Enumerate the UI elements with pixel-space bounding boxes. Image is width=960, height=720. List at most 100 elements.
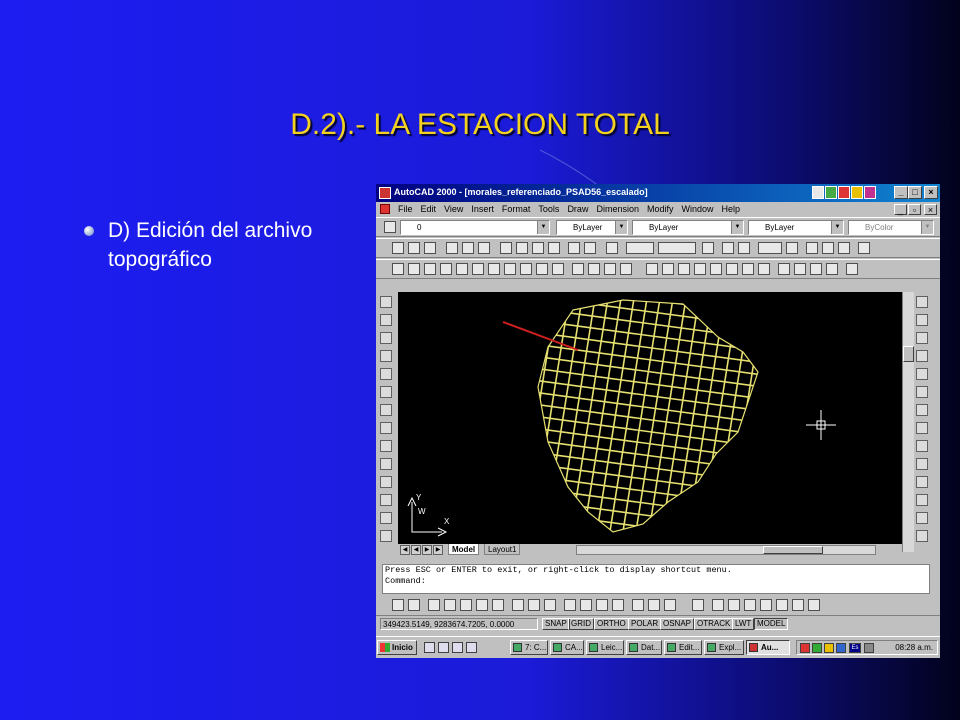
radius-dim-icon[interactable] xyxy=(916,350,928,362)
solid-cylinder-icon[interactable] xyxy=(678,263,690,275)
view-iso-icon[interactable] xyxy=(826,263,838,275)
open-icon[interactable] xyxy=(408,242,420,254)
maximize-button[interactable]: □ xyxy=(908,186,922,199)
next-tab-icon[interactable]: ▶ xyxy=(422,545,432,555)
taskbar-item-6[interactable]: Expl... xyxy=(704,640,744,655)
taskbar-item-2[interactable]: CA... xyxy=(550,640,584,655)
menu-dimension[interactable]: Dimension xyxy=(596,204,639,214)
outlook-icon[interactable] xyxy=(438,642,449,653)
color-dropdown[interactable]: ByLayer ▼ xyxy=(556,220,628,235)
model-toggle[interactable]: MODEL xyxy=(754,618,789,630)
doc-close-button[interactable]: × xyxy=(924,204,937,215)
ie-icon[interactable] xyxy=(424,642,435,653)
solid-wedge-icon[interactable] xyxy=(710,263,722,275)
dim-edit-icon[interactable] xyxy=(916,512,928,524)
view-top-icon[interactable] xyxy=(778,263,790,275)
tab-layout1[interactable]: Layout1 xyxy=(484,544,521,555)
angular-dim-icon[interactable] xyxy=(916,386,928,398)
doc-restore-button[interactable]: ▫ xyxy=(908,204,921,215)
app-icon-4[interactable] xyxy=(851,186,863,199)
taskbar-item-1[interactable]: 7: C... xyxy=(510,640,548,655)
snap-perpendicular-icon[interactable] xyxy=(564,599,576,611)
last-tab-icon[interactable]: ▶ xyxy=(433,545,443,555)
window-titlebar[interactable]: AutoCAD 2000 - [morales_referenciado_PSA… xyxy=(376,184,940,202)
layer-manager-icon[interactable] xyxy=(384,221,396,233)
zoom-previous-icon[interactable] xyxy=(786,242,798,254)
quick-dim-icon[interactable] xyxy=(916,404,928,416)
grid-toggle[interactable]: GRID xyxy=(568,618,594,630)
layer-dropdown[interactable]: 0 ▼ xyxy=(400,220,550,235)
app-icon-5[interactable] xyxy=(864,186,876,199)
app-icon-2[interactable] xyxy=(825,186,837,199)
rotate-icon[interactable] xyxy=(380,404,392,416)
command-line[interactable]: Press ESC or ENTER to exit, or right-cli… xyxy=(382,564,930,594)
print-icon[interactable] xyxy=(446,242,458,254)
media-icon[interactable] xyxy=(466,642,477,653)
snap-midpoint-icon[interactable] xyxy=(444,599,456,611)
snap-settings-icon[interactable] xyxy=(664,599,676,611)
dbconnect-icon[interactable] xyxy=(838,242,850,254)
properties-icon[interactable] xyxy=(806,242,818,254)
zoom-window-icon[interactable] xyxy=(758,242,782,254)
break-icon[interactable] xyxy=(380,512,392,524)
copy-object-icon[interactable] xyxy=(380,314,392,326)
ortho-toggle[interactable]: ORTHO xyxy=(594,618,629,630)
chevron-down-icon[interactable]: ▼ xyxy=(537,221,549,234)
background-icon[interactable] xyxy=(792,599,804,611)
snap-center-icon[interactable] xyxy=(512,599,524,611)
make-block-icon[interactable] xyxy=(552,263,564,275)
distance-icon[interactable] xyxy=(702,242,714,254)
ucs-icon[interactable] xyxy=(658,242,696,254)
osnap-toggle[interactable]: OSNAP xyxy=(660,618,695,630)
solid-box-icon[interactable] xyxy=(646,263,658,275)
app-icon-3[interactable] xyxy=(838,186,850,199)
menu-tools[interactable]: Tools xyxy=(538,204,559,214)
save-icon[interactable] xyxy=(424,242,436,254)
snap-quadrant-icon[interactable] xyxy=(528,599,540,611)
polygon-icon[interactable] xyxy=(440,263,452,275)
stretch-icon[interactable] xyxy=(380,440,392,452)
extend-icon[interactable] xyxy=(380,494,392,506)
construction-line-icon[interactable] xyxy=(408,263,420,275)
prev-tab-icon[interactable]: ◀ xyxy=(411,545,421,555)
spell-icon[interactable] xyxy=(478,242,490,254)
chevron-down-icon[interactable]: ▼ xyxy=(831,221,843,234)
lights-icon[interactable] xyxy=(728,599,740,611)
tracking-icon[interactable] xyxy=(626,242,654,254)
tray-icon-2[interactable] xyxy=(812,643,822,653)
lwt-toggle[interactable]: LWT xyxy=(732,618,755,630)
offset-icon[interactable] xyxy=(380,350,392,362)
leader-icon[interactable] xyxy=(916,458,928,470)
app-icon-1[interactable] xyxy=(812,186,824,199)
tolerance-icon[interactable] xyxy=(916,476,928,488)
otrack-toggle[interactable]: OTRACK xyxy=(694,618,734,630)
taskbar-item-3[interactable]: Leic... xyxy=(586,640,624,655)
redo-icon[interactable] xyxy=(584,242,596,254)
desktop-icon[interactable] xyxy=(452,642,463,653)
revolve-icon[interactable] xyxy=(758,263,770,275)
point-icon[interactable] xyxy=(572,263,584,275)
view-front-icon[interactable] xyxy=(794,263,806,275)
ordinate-dim-icon[interactable] xyxy=(916,332,928,344)
hyperlink-icon[interactable] xyxy=(606,242,618,254)
linetype-dropdown[interactable]: ByLayer ▼ xyxy=(632,220,744,235)
fog-icon[interactable] xyxy=(808,599,820,611)
design-center-icon[interactable] xyxy=(822,242,834,254)
materials-icon[interactable] xyxy=(744,599,756,611)
snap-from-icon[interactable] xyxy=(408,599,420,611)
snap-endpoint-icon[interactable] xyxy=(428,599,440,611)
snap-toggle[interactable]: SNAP xyxy=(542,618,570,630)
rectangle-icon[interactable] xyxy=(456,263,468,275)
new-icon[interactable] xyxy=(392,242,404,254)
continue-dim-icon[interactable] xyxy=(916,440,928,452)
snap-none-icon[interactable] xyxy=(648,599,660,611)
paste-icon[interactable] xyxy=(532,242,544,254)
spline-icon[interactable] xyxy=(504,263,516,275)
solid-cone-icon[interactable] xyxy=(694,263,706,275)
scenes-icon[interactable] xyxy=(712,599,724,611)
line-icon[interactable] xyxy=(392,263,404,275)
snap-insert-icon[interactable] xyxy=(596,599,608,611)
match-properties-icon[interactable] xyxy=(548,242,560,254)
start-button[interactable]: Inicio xyxy=(377,640,417,655)
vertical-scroll-thumb[interactable] xyxy=(903,346,914,362)
